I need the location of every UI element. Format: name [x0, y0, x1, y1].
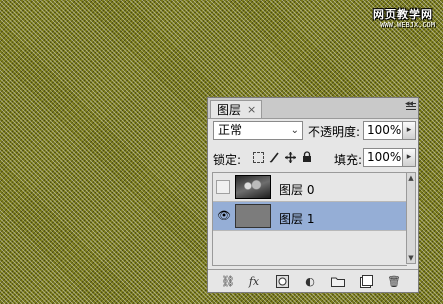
chevron-down-icon: ⌄: [290, 125, 299, 136]
tab-layers-label: 图层: [217, 103, 242, 117]
layers-scrollbar[interactable]: ▲ ▼: [406, 172, 416, 264]
layer-row-selected[interactable]: 👁 图层 1: [213, 202, 407, 231]
layers-toolbar: ⛓ fx ◐ 🗑: [208, 269, 418, 292]
visibility-toggle[interactable]: [216, 180, 230, 194]
blend-opacity-row: 正常 ⌄ 不透明度: 100% ▸: [213, 103, 416, 142]
layers-list: 图层 0 👁 图层 1: [212, 172, 407, 266]
close-icon[interactable]: ×: [247, 103, 256, 116]
layer-name[interactable]: 图层 0: [279, 181, 314, 198]
layers-panel: 图层 × ◂◂ 正常 ⌄ 不透明度: 100% ▸ 锁定: 填充: 100% ▸: [207, 97, 419, 293]
scroll-up-icon[interactable]: ▲: [407, 174, 415, 182]
blend-mode-select[interactable]: 正常 ⌄: [213, 121, 303, 140]
opacity-label: 不透明度:: [308, 125, 361, 139]
new-layer-icon[interactable]: [358, 273, 374, 289]
panel-tab-bar: 图层 × ◂◂: [208, 98, 418, 119]
mask-icon[interactable]: [274, 273, 290, 289]
tab-layers[interactable]: 图层 ×: [210, 100, 262, 118]
layer-name[interactable]: 图层 1: [279, 210, 314, 227]
adjustment-icon[interactable]: ◐: [302, 273, 318, 289]
lock-position-icon[interactable]: [283, 150, 297, 164]
fill-input[interactable]: 100%: [363, 148, 403, 167]
lock-image-icon[interactable]: [267, 150, 281, 164]
group-icon[interactable]: [330, 273, 346, 289]
scroll-down-icon[interactable]: ▼: [407, 254, 415, 262]
lock-all-icon[interactable]: [300, 150, 314, 164]
panel-menu-icon[interactable]: [406, 101, 416, 112]
lock-transparent-icon[interactable]: [251, 150, 265, 164]
fx-icon[interactable]: fx: [246, 273, 262, 289]
opacity-slider-button[interactable]: ▸: [402, 121, 416, 140]
link-icon[interactable]: ⛓: [220, 273, 236, 289]
site-watermark-url: WWW.WEBJX.COM: [380, 21, 435, 29]
lock-label: 锁定:: [213, 153, 242, 167]
trash-icon[interactable]: 🗑: [386, 273, 402, 289]
layer-row[interactable]: 图层 0: [213, 173, 407, 202]
lock-fill-row: 锁定: 填充: 100% ▸: [213, 148, 416, 169]
eye-icon[interactable]: 👁: [216, 209, 231, 223]
site-watermark: 网页教学网: [373, 8, 433, 21]
fill-slider-button[interactable]: ▸: [402, 148, 416, 167]
opacity-input[interactable]: 100%: [363, 121, 403, 140]
fill-label: 填充:: [334, 153, 363, 167]
blend-mode-value: 正常: [218, 123, 243, 137]
layer-thumbnail: [235, 204, 271, 228]
layer-thumbnail: [235, 175, 271, 199]
